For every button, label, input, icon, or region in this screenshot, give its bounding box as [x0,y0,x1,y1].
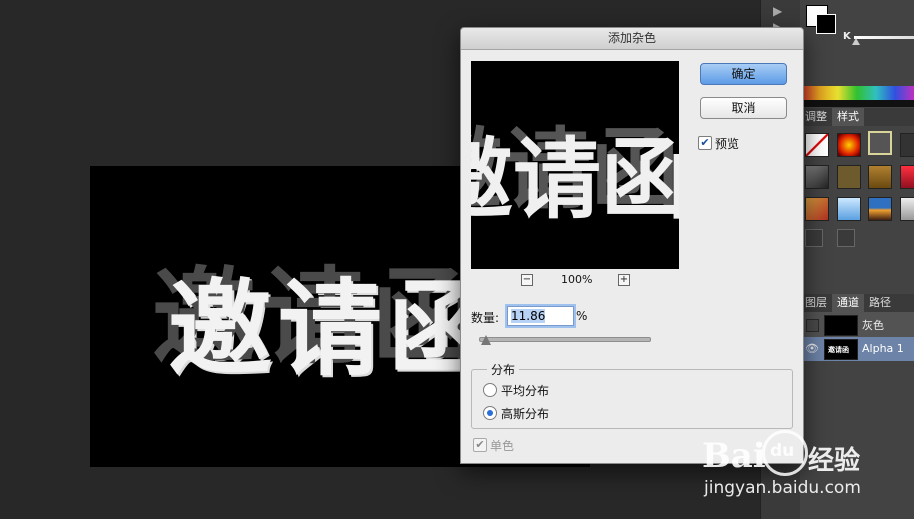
monochrome-checkbox[interactable]: ✔ [473,438,487,452]
zoom-out-button[interactable]: − [521,274,533,286]
cancel-button[interactable]: 取消 [700,97,787,119]
dialog-title[interactable]: 添加杂色 [461,28,803,50]
tab-layers[interactable]: 图层 [800,294,832,312]
preview-text: 邀请函 [471,128,679,231]
color-ramp[interactable] [800,86,914,100]
zoom-level: 100% [561,273,593,286]
radio-gaussian[interactable] [483,406,497,420]
style-swatch[interactable] [805,165,829,189]
style-swatch-empty[interactable] [805,229,823,247]
amount-unit: % [576,309,588,323]
tab-adjustments[interactable]: 调整 [800,108,832,126]
preview-window[interactable]: 邀请函 [471,61,679,269]
watermark-url: jingyan.baidu.com [704,478,861,498]
channel-name: 灰色 [862,319,884,332]
channels-tab-row: 图层 通道 路径 [800,294,914,312]
style-swatch[interactable] [805,197,829,221]
amount-input[interactable]: 11.86 [507,306,574,326]
style-swatch[interactable] [837,133,861,157]
style-swatch-selected[interactable] [868,131,892,155]
channel-thumbnail [824,315,858,336]
preview-checkbox[interactable]: ✔ [698,136,712,150]
style-swatch[interactable] [900,197,914,221]
style-swatch[interactable] [837,165,861,189]
distribution-group-label: 分布 [487,361,520,378]
amount-slider-thumb[interactable] [481,335,492,345]
style-swatch-empty[interactable] [837,229,855,247]
paw-icon: du [762,430,808,476]
channel-thumbnail: 邀请函 [824,339,858,360]
channel-row[interactable]: 灰色 [800,312,914,338]
tab-styles[interactable]: 样式 [832,108,864,126]
canvas-text: 邀请函 [168,268,499,390]
amount-value: 11.86 [511,309,546,323]
styles-tab-row: 调整 样式 [800,108,914,126]
style-none-swatch[interactable] [805,133,829,157]
radio-uniform-label: 平均分布 [501,384,550,398]
watermark-brand-du: du [770,441,795,461]
ok-button[interactable]: 确定 [700,63,787,85]
tab-paths[interactable]: 路径 [864,294,896,312]
radio-uniform[interactable] [483,383,497,397]
channel-name: Alpha 1 [862,342,904,355]
thumbnail-text: 邀请函 [828,346,849,354]
style-swatch[interactable] [900,165,914,189]
baidu-watermark: Bai du 经验 jingyan.baidu.com [700,426,900,516]
style-swatch[interactable] [868,197,892,221]
visibility-toggle[interactable] [806,319,819,332]
k-slider-thumb[interactable] [852,38,860,45]
zoom-in-button[interactable]: + [618,274,630,286]
preview-label: 预览 [715,137,740,151]
tab-channels[interactable]: 通道 [832,294,864,312]
color-ramp-bw [800,100,914,107]
channel-row-selected[interactable]: 👁 邀请函 Alpha 1 [800,337,914,361]
style-swatch[interactable] [837,197,861,221]
radio-gaussian-label: 高斯分布 [501,407,550,421]
watermark-brand: Bai [702,436,766,476]
watermark-suffix: 经验 [808,446,861,476]
style-swatch[interactable] [900,133,914,157]
k-channel-label: K [843,31,851,42]
style-swatch[interactable] [868,165,892,189]
k-slider[interactable] [854,36,914,39]
eye-icon[interactable]: 👁 [805,342,819,355]
add-noise-dialog: 添加杂色 邀请函 − 100% + 确定 取消 ✔ 预览 数量: 11.86 %… [460,27,804,464]
background-color-swatch[interactable] [816,14,836,34]
amount-label: 数量: [471,311,500,325]
amount-slider[interactable] [479,337,651,342]
play-icon[interactable]: ▶ [773,4,782,18]
monochrome-label: 单色 [490,439,515,453]
